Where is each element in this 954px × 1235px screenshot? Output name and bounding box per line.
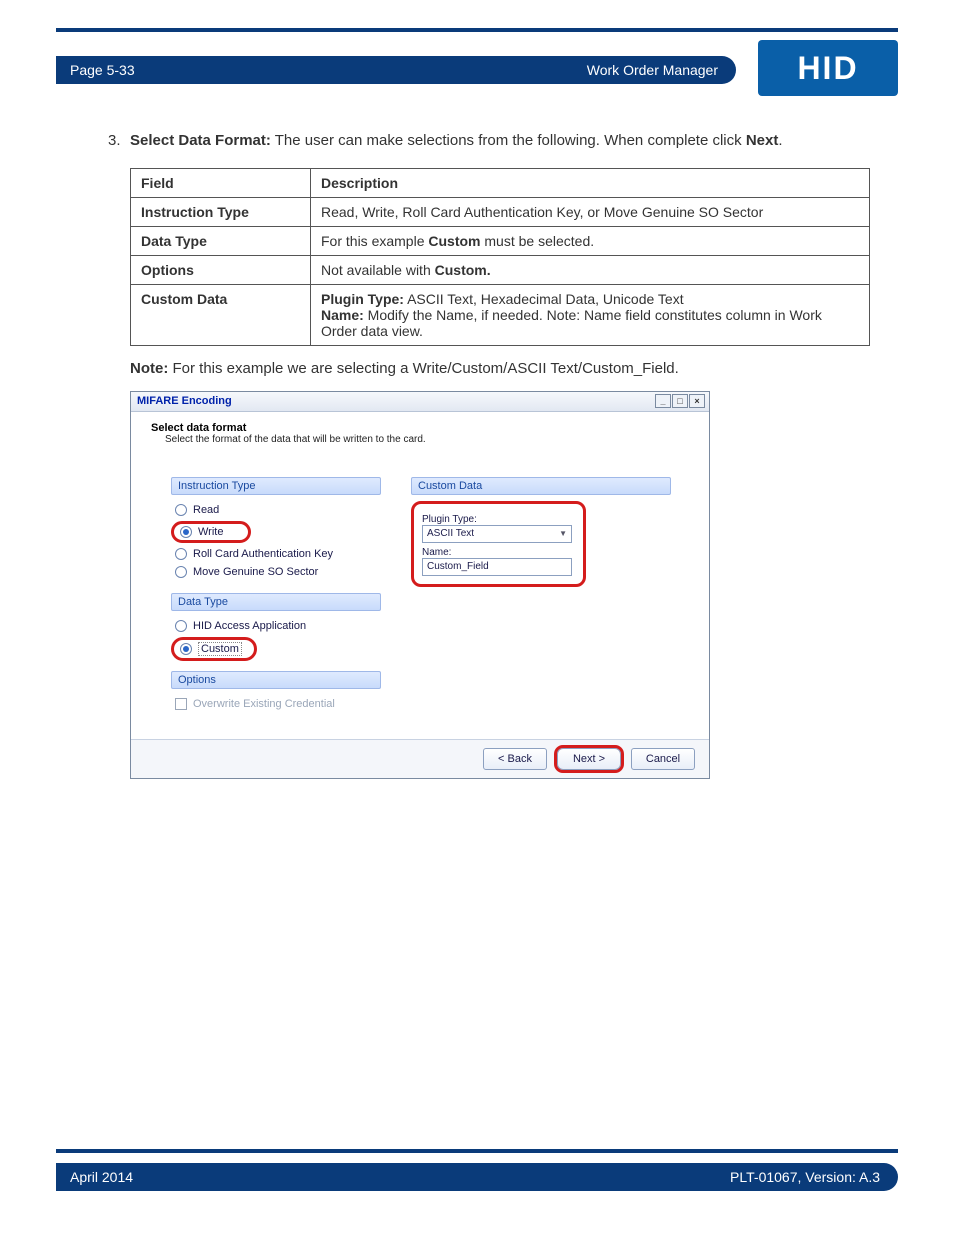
radio-write-row[interactable]: Write [180, 526, 242, 538]
dialog-header: Select data format Select the format of … [131, 412, 709, 449]
radio-roll-row[interactable]: Roll Card Authentication Key [171, 545, 381, 563]
doc-title: Work Order Manager [587, 62, 718, 78]
footer-date: April 2014 [70, 1169, 133, 1185]
note-bold: Note: [130, 360, 168, 377]
dropdown-value: ASCII Text [427, 528, 474, 539]
cell-desc: For this example Custom must be selected… [311, 226, 870, 255]
cancel-button[interactable]: Cancel [631, 748, 695, 770]
dialog-title-text: MIFARE Encoding [137, 395, 232, 407]
cell-field: Options [131, 255, 311, 284]
radio-label: Read [193, 504, 219, 516]
radio-icon [175, 620, 187, 632]
radio-custom-row[interactable]: Custom [180, 642, 248, 656]
group-options: Options [171, 671, 381, 689]
mifare-dialog: MIFARE Encoding _ □ × Select data format… [130, 391, 710, 779]
dialog-body: Instruction Type Read Write Roll Card Au… [131, 449, 709, 739]
checkbox-label: Overwrite Existing Credential [193, 698, 335, 710]
content-area: 3. Select Data Format: The user can make… [130, 130, 898, 779]
table-row: Options Not available with Custom. [131, 255, 870, 284]
txt: Not available with [321, 262, 435, 278]
dialog-heading: Select data format [151, 422, 689, 434]
cell-field: Instruction Type [131, 197, 311, 226]
cell-field: Data Type [131, 226, 311, 255]
next-button[interactable]: Next > [557, 748, 621, 770]
table-row: Data Type For this example Custom must b… [131, 226, 870, 255]
th-field: Field [131, 168, 311, 197]
input-value: Custom_Field [427, 561, 489, 572]
txt-bold: Name: [321, 307, 364, 323]
txt: ASCII Text, Hexadecimal Data, Unicode Te… [404, 291, 684, 307]
radio-icon [175, 566, 187, 578]
radio-move-row[interactable]: Move Genuine SO Sector [171, 563, 381, 581]
step-3: 3. Select Data Format: The user can make… [130, 130, 898, 152]
radio-icon [175, 548, 187, 560]
table-header-row: Field Description [131, 168, 870, 197]
table-row: Custom Data Plugin Type: ASCII Text, Hex… [131, 284, 870, 345]
left-column: Instruction Type Read Write Roll Card Au… [171, 477, 381, 729]
radio-label: Custom [198, 642, 242, 656]
txt: For this example [321, 233, 428, 249]
hid-logo: HID [758, 40, 898, 96]
footer-doc: PLT-01067, Version: A.3 [730, 1169, 880, 1185]
th-description: Description [311, 168, 870, 197]
label-plugin-type: Plugin Type: [422, 514, 575, 525]
page-number: Page 5-33 [70, 62, 135, 78]
txt-bold: Custom. [435, 262, 491, 278]
top-rule [56, 28, 898, 32]
name-input[interactable]: Custom_Field [422, 558, 572, 576]
radio-label: Move Genuine SO Sector [193, 566, 318, 578]
checkbox-icon [175, 698, 187, 710]
header-bar: Page 5-33 Work Order Manager [56, 56, 736, 84]
group-instruction-type: Instruction Type [171, 477, 381, 495]
note-text: For this example we are selecting a Writ… [168, 360, 678, 377]
label-name: Name: [422, 547, 575, 558]
footer-rule [56, 1149, 898, 1153]
table-row: Instruction Type Read, Write, Roll Card … [131, 197, 870, 226]
txt: must be selected. [481, 233, 595, 249]
minimize-icon[interactable]: _ [655, 394, 671, 408]
cell-desc: Plugin Type: ASCII Text, Hexadecimal Dat… [311, 284, 870, 345]
step-number: 3. [108, 130, 121, 152]
step-next-bold: Next [746, 132, 779, 149]
checkbox-overwrite-row: Overwrite Existing Credential [171, 695, 381, 713]
maximize-icon[interactable]: □ [672, 394, 688, 408]
highlight-custom-data: Plugin Type: ASCII Text ▼ Name: Custom_F… [411, 501, 586, 587]
radio-label: Roll Card Authentication Key [193, 548, 333, 560]
close-icon[interactable]: × [689, 394, 705, 408]
plugin-type-dropdown[interactable]: ASCII Text ▼ [422, 525, 572, 543]
radio-read-row[interactable]: Read [171, 501, 381, 519]
dialog-titlebar: MIFARE Encoding _ □ × [131, 392, 709, 412]
chevron-down-icon: ▼ [559, 529, 567, 538]
txt-bold: Custom [428, 233, 480, 249]
radio-label: Write [198, 526, 223, 538]
txt: Modify the Name, if needed. Note: Name f… [321, 307, 822, 339]
group-custom-data: Custom Data [411, 477, 671, 495]
radio-label: HID Access Application [193, 620, 306, 632]
cell-desc: Read, Write, Roll Card Authentication Ke… [311, 197, 870, 226]
step-lead-bold: Select Data Format: [130, 132, 271, 149]
group-data-type: Data Type [171, 593, 381, 611]
back-button[interactable]: < Back [483, 748, 547, 770]
cell-field: Custom Data [131, 284, 311, 345]
radio-hid-row[interactable]: HID Access Application [171, 617, 381, 635]
note-line: Note: For this example we are selecting … [130, 360, 898, 377]
radio-icon [175, 504, 187, 516]
dialog-subheading: Select the format of the data that will … [165, 434, 689, 445]
radio-icon [180, 643, 192, 655]
dialog-footer: < Back Next > Cancel [131, 739, 709, 778]
right-column: Custom Data Plugin Type: ASCII Text ▼ Na… [411, 477, 621, 729]
window-buttons: _ □ × [655, 394, 705, 408]
field-table: Field Description Instruction Type Read,… [130, 168, 870, 346]
step-lead-rest: The user can make selections from the fo… [271, 132, 746, 149]
radio-icon [180, 526, 192, 538]
highlight-custom: Custom [171, 637, 257, 661]
footer-bar: April 2014 PLT-01067, Version: A.3 [56, 1163, 898, 1191]
txt-bold: Plugin Type: [321, 291, 404, 307]
step-period: . [778, 132, 782, 149]
highlight-write: Write [171, 521, 251, 543]
cell-desc: Not available with Custom. [311, 255, 870, 284]
